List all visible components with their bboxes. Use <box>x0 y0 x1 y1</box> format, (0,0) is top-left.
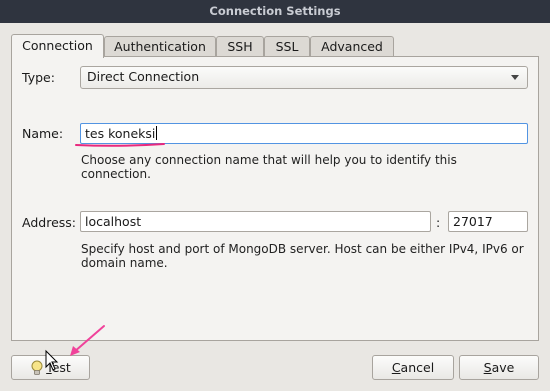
tab-advanced[interactable]: Advanced <box>310 36 394 57</box>
name-hint: Choose any connection name that will hel… <box>81 153 457 181</box>
window-title: Connection Settings <box>0 0 550 23</box>
annotation-arrow <box>70 325 105 356</box>
address-hint: Specify host and port of MongoDB server.… <box>81 242 524 270</box>
highlight-underline <box>75 143 165 147</box>
name-input-value: tes koneksi <box>85 126 156 141</box>
text-caret <box>156 126 158 140</box>
port-separator: : <box>436 215 441 230</box>
host-input[interactable]: localhost <box>80 211 431 232</box>
chevron-down-icon <box>511 75 519 80</box>
tab-authentication[interactable]: Authentication <box>104 36 216 57</box>
connection-panel <box>11 56 539 341</box>
cancel-button-label: Cancel <box>391 360 435 375</box>
type-label: Type: <box>22 70 55 85</box>
name-input[interactable]: tes koneksi <box>80 123 528 144</box>
tab-ssl[interactable]: SSL <box>264 36 310 57</box>
save-button[interactable]: Save <box>459 355 539 380</box>
type-dropdown[interactable]: Direct Connection <box>80 66 528 89</box>
port-input-value: 27017 <box>453 214 493 229</box>
port-input[interactable]: 27017 <box>448 211 528 232</box>
tab-connection[interactable]: Connection <box>11 34 104 58</box>
host-input-value: localhost <box>85 214 142 229</box>
tab-ssh[interactable]: SSH <box>216 36 264 57</box>
save-button-label: Save <box>483 360 515 375</box>
cancel-button[interactable]: Cancel <box>372 355 454 380</box>
lightbulb-icon <box>30 360 44 383</box>
type-dropdown-value: Direct Connection <box>87 69 200 84</box>
address-label: Address: <box>22 215 76 230</box>
mouse-cursor-icon <box>45 349 59 371</box>
name-label: Name: <box>22 126 64 141</box>
